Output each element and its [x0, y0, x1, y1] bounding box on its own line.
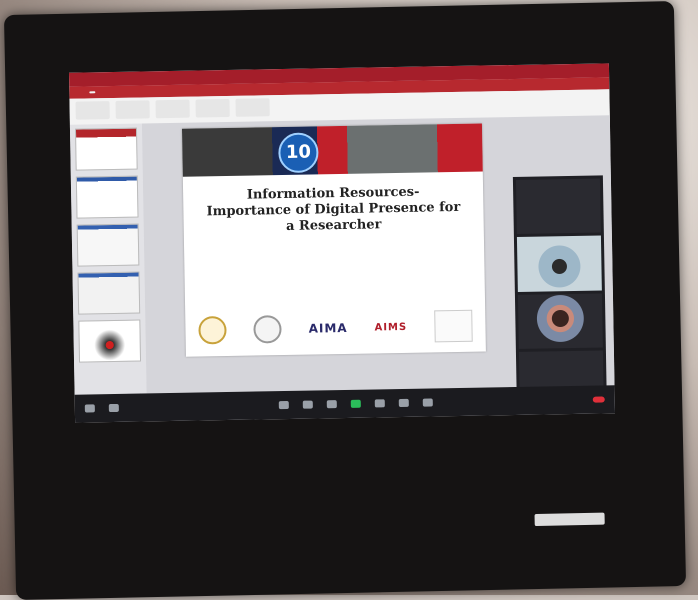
participant-tile[interactable] — [515, 178, 601, 235]
function-key — [108, 567, 138, 568]
font-group[interactable] — [155, 99, 190, 119]
function-key — [161, 566, 191, 567]
participants-button[interactable] — [302, 400, 313, 409]
editor-body: 10 Information Resources- Importance of … — [69, 115, 615, 409]
slide-thumbnail[interactable] — [75, 175, 139, 219]
share-screen-icon — [350, 399, 361, 408]
institution-seal — [253, 315, 283, 344]
presenter-details — [184, 242, 484, 247]
slide-canvas: 10 Information Resources- Importance of … — [141, 115, 615, 409]
tab-home[interactable] — [89, 91, 96, 94]
tab-help[interactable] — [201, 89, 207, 91]
function-key — [214, 565, 244, 566]
function-key — [583, 557, 613, 558]
tab-file[interactable] — [75, 92, 81, 94]
slide-thumbnail[interactable] — [76, 223, 140, 267]
laptop-screen: 10 Information Resources- Importance of … — [68, 63, 616, 423]
camera-icon — [108, 403, 119, 413]
function-key — [530, 559, 560, 560]
chat-button[interactable] — [326, 400, 337, 409]
paragraph-group[interactable] — [195, 98, 230, 118]
participant-video[interactable] — [517, 292, 603, 349]
zoom-participant-panel — [512, 175, 607, 409]
chat-icon — [326, 400, 337, 409]
toolbar-left — [84, 403, 119, 413]
logo-row: AIMA AIMS — [185, 308, 486, 349]
current-slide[interactable]: 10 Information Resources- Importance of … — [181, 123, 486, 357]
function-key — [319, 563, 349, 564]
microphone-icon — [84, 404, 95, 413]
function-key-row — [55, 541, 665, 584]
share-screen-button[interactable] — [350, 399, 361, 408]
reactions-button[interactable] — [398, 398, 409, 408]
mute-button[interactable] — [84, 404, 95, 413]
tab-slide-show[interactable] — [159, 90, 165, 92]
end-meeting-button[interactable] — [592, 396, 605, 403]
function-key — [635, 556, 665, 557]
people-icon — [302, 400, 313, 409]
drawing-group[interactable] — [235, 98, 270, 117]
emoji-icon — [398, 398, 409, 408]
shield-icon — [278, 400, 289, 410]
slides-group[interactable] — [115, 100, 150, 119]
aima-logo: AIMA — [308, 320, 348, 336]
anniversary-badge: 10 — [278, 132, 319, 174]
clipboard-group[interactable] — [75, 101, 110, 120]
more-button[interactable] — [422, 398, 433, 407]
function-key — [56, 568, 86, 569]
tab-review[interactable] — [173, 90, 179, 92]
video-button[interactable] — [108, 403, 119, 413]
slide-banner-image: 10 — [181, 123, 483, 177]
record-icon — [374, 399, 385, 408]
slide-thumbnail[interactable] — [74, 127, 138, 171]
slide-thumbnail[interactable] — [78, 319, 142, 363]
function-key — [477, 560, 507, 561]
toolbar-center — [278, 398, 433, 410]
institution-seal — [198, 316, 228, 345]
aims-logo: AIMS — [374, 321, 408, 333]
tab-insert[interactable] — [103, 91, 109, 93]
tab-transitions[interactable] — [131, 91, 137, 93]
participant-video[interactable] — [516, 235, 602, 292]
record-button[interactable] — [374, 399, 385, 408]
slide-thumbnails — [69, 123, 147, 395]
function-key — [425, 561, 455, 562]
function-key — [266, 564, 296, 565]
slide-thumbnail[interactable] — [77, 271, 141, 315]
partner-logo — [433, 309, 473, 343]
more-icon — [422, 398, 433, 407]
function-key — [372, 562, 402, 563]
tab-view[interactable] — [187, 90, 193, 92]
security-button[interactable] — [278, 400, 289, 410]
tab-animations[interactable] — [145, 90, 151, 92]
tab-design[interactable] — [117, 91, 123, 93]
slide-title: Information Resources- Importance of Dig… — [183, 184, 484, 237]
bezel-sticker — [534, 512, 605, 527]
